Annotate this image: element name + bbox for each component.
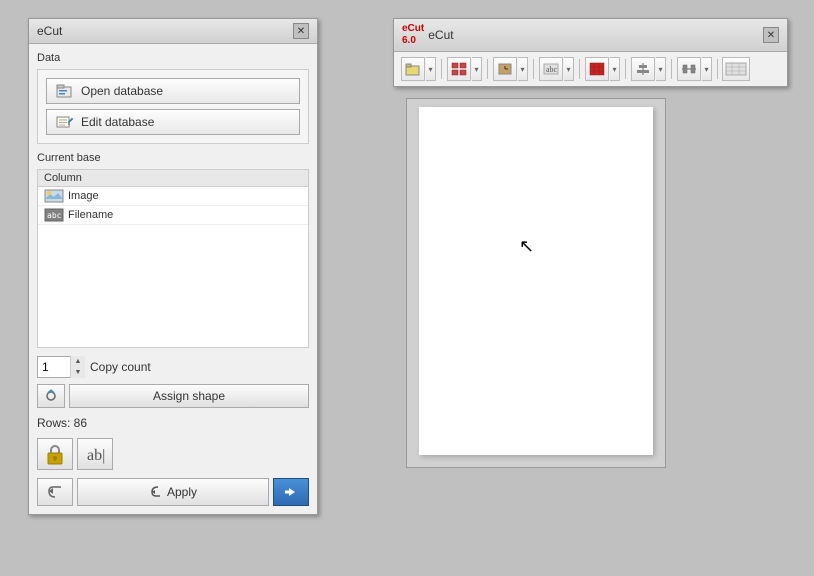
toolbar-btn-red-grid-dropdown[interactable]: ▾ [610,57,620,81]
assign-link-icon [42,387,60,405]
lock-icon [45,443,65,465]
table-row-filename[interactable]: abc Filename [38,206,308,225]
panel-title: eCut [37,24,62,38]
forward-icon [281,483,301,501]
canvas-inner: ↖ [419,107,653,455]
toolbar-btn-distribute[interactable] [677,57,701,81]
open-database-label: Open database [81,84,163,98]
toolbar-btn-distribute-dropdown[interactable]: ▾ [702,57,712,81]
toolbar-btn-folder-dropdown[interactable]: ▾ [426,57,436,81]
apply-button[interactable]: Apply [77,478,269,506]
toolbar-title: eCut [428,28,453,42]
spinbox-buttons: ▲ ▼ [70,356,85,378]
assign-shape-label: Assign shape [153,389,225,403]
toolbar-group-6: ▾ [630,56,667,82]
canvas-window: ↖ [406,98,666,468]
separator-2 [487,59,488,79]
toolbar-window: eCut6.0 eCut ✕ ▾ [393,18,788,87]
assign-shape-button[interactable]: Assign shape [69,384,309,408]
toolbar-btn-red-grid[interactable] [585,57,609,81]
bottom-icons-row: ab| [37,438,309,470]
toolbar-body: ▾ ▾ [394,52,787,86]
toolbar-btn-grid-dropdown[interactable]: ▾ [472,57,482,81]
spinbox-up-button[interactable]: ▲ [71,356,85,367]
apply-row: Apply [37,478,309,506]
table-header: Column [38,170,308,187]
toolbar-group-7: ▾ [676,56,713,82]
data-section: Open database Edit database [37,69,309,144]
separator-5 [625,59,626,79]
open-db-icon [55,83,75,99]
toolbar-btn-text-dropdown[interactable]: ▾ [564,57,574,81]
toolbar-group-1: ▾ [400,56,437,82]
image-row-icon [44,189,64,203]
lock-icon-button[interactable] [37,438,73,470]
toolbar-btn-align[interactable] [631,57,655,81]
svg-text:abc: abc [47,211,62,220]
toolbar-btn-timer[interactable] [493,57,517,81]
toolbar-title-content: eCut6.0 eCut [402,23,454,47]
text-icon-button[interactable]: ab| [77,438,113,470]
toolbar-btn-timer-dropdown[interactable]: ▾ [518,57,528,81]
toolbar-logo-icon: eCut6.0 [402,23,424,47]
toolbar-btn-last[interactable] [722,57,750,81]
panel-title-bar: eCut ✕ [29,19,317,44]
svg-text:ab|: ab| [87,447,105,464]
forward-button[interactable] [273,478,309,506]
toolbar-btn-grid[interactable] [447,57,471,81]
toolbar-group-5: ▾ [584,56,621,82]
toolbar-btn-align-dropdown[interactable]: ▾ [656,57,666,81]
apply-label: Apply [167,485,197,499]
assign-shape-row: Assign shape [37,384,309,408]
current-base-label: Current base [37,152,309,164]
back-icon [45,483,65,501]
edit-db-icon [55,114,75,130]
filename-row-icon: abc [44,208,64,222]
table-body[interactable]: Image abc Filename [38,187,308,347]
edit-database-label: Edit database [81,115,154,129]
toolbar-group-4: abc ▾ [538,56,575,82]
copy-count-input[interactable] [38,360,70,374]
main-panel: eCut ✕ Data Open database [28,18,318,515]
toolbar-btn-text[interactable]: abc [539,57,563,81]
toolbar-group-3: ▾ [492,56,529,82]
copy-count-label: Copy count [90,360,151,374]
edit-database-button[interactable]: Edit database [46,109,300,135]
cursor-icon: ↖ [519,237,534,255]
column-header: Column [44,172,242,184]
data-section-label: Data [37,52,309,64]
panel-body: Data Open database [29,44,317,514]
assign-shape-icon-button[interactable] [37,384,65,408]
toolbar-group-2: ▾ [446,56,483,82]
image-row-text: Image [68,190,99,202]
back-button[interactable] [37,478,73,506]
separator-4 [579,59,580,79]
separator-7 [717,59,718,79]
copy-count-row: ▲ ▼ Copy count [37,356,309,378]
toolbar-btn-folder[interactable] [401,57,425,81]
rows-info: Rows: 86 [37,416,309,430]
copy-count-spinbox[interactable]: ▲ ▼ [37,356,82,378]
current-base-table: Column Image [37,169,309,348]
panel-close-button[interactable]: ✕ [293,23,309,39]
svg-text:abc: abc [546,65,558,74]
filename-row-text: Filename [68,209,113,221]
toolbar-title-bar: eCut6.0 eCut ✕ [394,19,787,52]
apply-back-arrow-icon [149,485,163,499]
spinbox-down-button[interactable]: ▼ [71,367,85,378]
separator-1 [441,59,442,79]
toolbar-close-button[interactable]: ✕ [763,27,779,43]
table-row[interactable]: Image [38,187,308,206]
separator-6 [671,59,672,79]
text-icon: ab| [85,443,105,465]
open-database-button[interactable]: Open database [46,78,300,104]
empty-header [242,172,302,184]
separator-3 [533,59,534,79]
